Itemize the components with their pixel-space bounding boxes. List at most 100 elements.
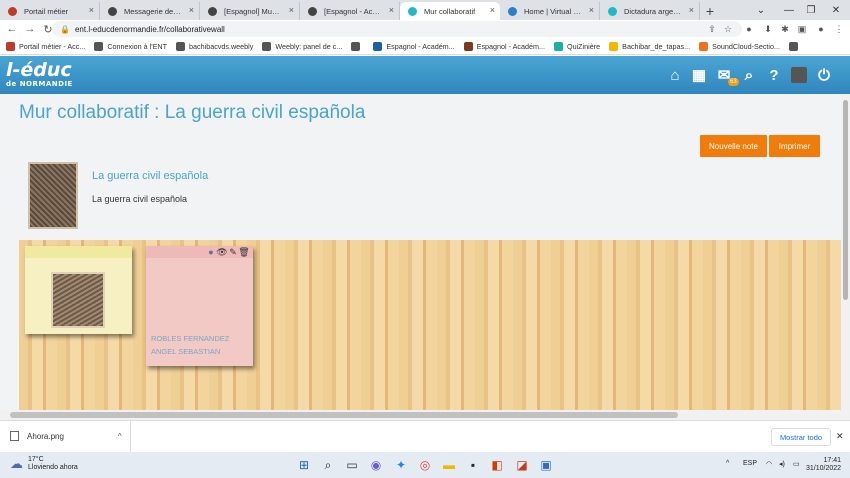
wifi-icon[interactable]: ◠: [766, 460, 772, 468]
wall-board[interactable]: [19, 240, 841, 410]
avatar[interactable]: [791, 67, 807, 83]
profile-icon[interactable]: ●: [814, 22, 828, 36]
bookmark-item[interactable]: bachibacvds.weebly: [176, 41, 254, 51]
bookmark-item[interactable]: Weebly: panel de c...: [262, 41, 342, 51]
browser-tab[interactable]: Messagerie de l'Académie ×: [100, 2, 200, 20]
new-tab-button[interactable]: +: [700, 2, 720, 20]
bookmark-label: bachibacvds.weebly: [189, 41, 254, 51]
tab-title: [Espagnol - Académie]: [324, 6, 381, 16]
bookmark-item[interactable]: Bachibar_de_tapas...: [609, 41, 691, 51]
chevron-up-icon[interactable]: ^: [118, 432, 122, 441]
bookmark-label: Bachibar_de_tapas...: [622, 41, 691, 51]
download-item[interactable]: Ahora.png ^: [10, 431, 122, 441]
weather-widget[interactable]: ☁ 17°C Lloviendo ahora: [10, 456, 78, 472]
bookmark-item[interactable]: Espagnol - Académ...: [373, 41, 455, 51]
menu-icon[interactable]: ⋮: [832, 22, 846, 36]
note-header: [25, 246, 132, 258]
wall-thumbnail: [28, 162, 78, 229]
bookmark-star-icon[interactable]: ☆: [721, 22, 735, 36]
bookmark-icon: [789, 41, 799, 51]
task-view-icon[interactable]: ▭: [344, 457, 360, 473]
tab-close-icon[interactable]: ×: [589, 5, 594, 15]
start-icon[interactable]: ⊞: [296, 457, 312, 473]
volume-icon[interactable]: ◂): [779, 460, 785, 468]
tab-favicon-icon: [208, 7, 217, 16]
color-icon[interactable]: ●: [206, 247, 216, 257]
browser-tab[interactable]: [Espagnol - Académie] ×: [300, 2, 400, 20]
tray-chevron-icon[interactable]: ^: [726, 460, 729, 467]
url-bar[interactable]: 🔒 ent.l-educdenormandie.fr/collaborative…: [52, 21, 742, 37]
language-indicator[interactable]: ESP: [743, 460, 757, 467]
delete-icon[interactable]: 🗑: [238, 247, 249, 257]
browser-tab[interactable]: Portail métier ×: [0, 2, 100, 20]
bookmark-item[interactable]: Portail métier - Acc...: [6, 41, 85, 51]
note-image[interactable]: [51, 272, 105, 328]
browser-tab[interactable]: Dictadura argentina ×: [600, 2, 700, 20]
forward-icon[interactable]: →: [21, 20, 39, 38]
tab-close-icon[interactable]: ×: [189, 5, 194, 15]
browser-tab[interactable]: Mur collaboratif ×: [400, 2, 500, 20]
note-card[interactable]: [25, 246, 132, 334]
address-toolbar: ← → ↻ 🔒 ent.l-educdenormandie.fr/collabo…: [0, 20, 850, 38]
browser-tab-bar: Portail métier × Messagerie de l'Académie ×…: [0, 0, 850, 20]
search-icon[interactable]: ⌕: [320, 457, 336, 473]
rain-cloud-icon: ☁: [10, 456, 23, 471]
new-note-button[interactable]: Nouvelle note: [700, 135, 767, 157]
share-icon[interactable]: ⇪: [705, 22, 719, 36]
bookmark-item[interactable]: QuiZinière: [554, 41, 600, 51]
note-card[interactable]: ● 👁 ✎ 🗑 ROBLES FERNANDEZ ANGEL SEBASTIAN: [146, 246, 253, 366]
sidepanel-icon[interactable]: ▣: [795, 22, 809, 36]
tab-title: Messagerie de l'Académie: [124, 6, 181, 16]
bookmark-icon: [463, 41, 473, 51]
browser-tab[interactable]: Home | Virtual Spanish ×: [500, 2, 600, 20]
photos-icon[interactable]: ▣: [538, 457, 554, 473]
tab-close-icon[interactable]: ×: [389, 5, 394, 15]
tab-search-icon[interactable]: ⌄: [747, 0, 775, 20]
close-window-icon[interactable]: ✕: [822, 0, 850, 20]
download-icon[interactable]: ⬇: [761, 22, 775, 36]
logo[interactable]: l-éduc de NORMANDIE: [6, 60, 73, 88]
view-icon[interactable]: 👁: [216, 247, 227, 257]
vertical-scrollbar[interactable]: [841, 94, 850, 410]
bookmark-item[interactable]: [789, 41, 802, 51]
bookmark-item[interactable]: Espagnol - Académ...: [463, 41, 545, 51]
clock[interactable]: 17:41 31/10/2022: [806, 457, 841, 473]
file-explorer-icon[interactable]: ▬: [441, 457, 457, 473]
extension-icon[interactable]: ●: [742, 22, 756, 36]
maximize-icon[interactable]: ❐: [797, 0, 825, 20]
tab-close-icon[interactable]: ×: [689, 5, 694, 15]
office-icon[interactable]: ◧: [489, 457, 505, 473]
bookmark-icon: [351, 41, 361, 51]
battery-icon[interactable]: ▭: [793, 460, 800, 468]
sticky-notes-icon[interactable]: ▪: [465, 457, 481, 473]
print-button[interactable]: Imprimer: [769, 135, 820, 157]
close-download-bar-icon[interactable]: ✕: [836, 431, 844, 442]
page-title: Mur collaboratif : La guerra civil españ…: [19, 102, 366, 123]
puzzle-icon[interactable]: ✱: [778, 22, 792, 36]
apps-grid-icon[interactable]: ▦: [691, 67, 707, 84]
tab-close-icon[interactable]: ×: [490, 5, 495, 15]
show-all-button[interactable]: Mostrar todo: [771, 428, 831, 446]
chrome-icon[interactable]: ◎: [417, 457, 433, 473]
tab-title: Mur collaboratif: [424, 6, 476, 16]
chat-icon[interactable]: ◉: [368, 457, 384, 473]
browser-tab[interactable]: [Espagnol] Museo Virtual ×: [200, 2, 300, 20]
tab-favicon-icon: [508, 7, 517, 16]
bookmark-item[interactable]: [351, 41, 364, 51]
edit-icon[interactable]: ✎: [228, 247, 238, 257]
bookmark-item[interactable]: SoundCloud-Sectio...: [699, 41, 780, 51]
tab-close-icon[interactable]: ×: [289, 5, 294, 15]
back-icon[interactable]: ←: [3, 20, 21, 38]
power-icon[interactable]: ⏻: [816, 67, 832, 84]
powerpoint-icon[interactable]: ◪: [514, 457, 530, 473]
logo-sub: de NORMANDIE: [6, 80, 73, 88]
home-icon[interactable]: ⌂: [667, 67, 683, 84]
help-icon[interactable]: ?: [766, 67, 782, 84]
wall-title[interactable]: La guerra civil española: [92, 170, 208, 182]
bookmark-item[interactable]: Connexion à l'ENT: [94, 41, 167, 51]
widgets-icon[interactable]: ✦: [393, 457, 409, 473]
time: 17:41: [823, 457, 842, 464]
horizontal-scrollbar[interactable]: [0, 410, 850, 420]
search-icon[interactable]: ⌕: [741, 67, 757, 84]
tab-close-icon[interactable]: ×: [89, 5, 94, 15]
